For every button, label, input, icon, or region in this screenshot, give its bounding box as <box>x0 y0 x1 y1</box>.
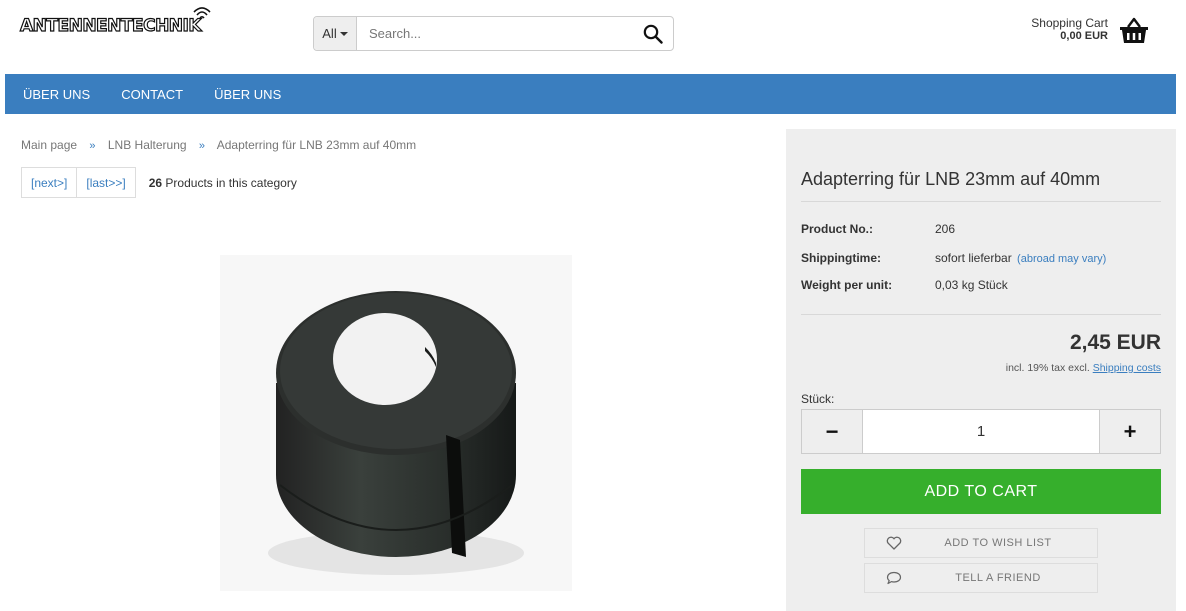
info-weight: Weight per unit: 0,03 kg Stück <box>801 278 1008 292</box>
logo-text: ANTENNENTECHNIK <box>19 15 202 36</box>
info-value: 206 <box>935 222 956 236</box>
search-bar: All <box>313 16 674 51</box>
product-title: Adapterring für LNB 23mm auf 40mm <box>801 169 1101 189</box>
tax-text: incl. 19% tax excl. <box>1005 362 1090 374</box>
quantity-decrease-button[interactable]: − <box>802 410 863 453</box>
info-value: sofort lieferbar (abroad may vary) <box>935 251 1106 265</box>
last-product-link[interactable]: [last>>] <box>76 167 136 198</box>
wishlist-label: ADD TO WISH LIST <box>944 537 1052 549</box>
cart-summary: Shopping Cart 0,00 EUR <box>1031 17 1108 43</box>
breadcrumb-main-page[interactable]: Main page <box>21 138 77 152</box>
speech-bubble-icon <box>865 571 923 585</box>
breadcrumb-category[interactable]: LNB Halterung <box>108 138 187 152</box>
tell-a-friend-button[interactable]: TELL A FRIEND <box>864 563 1098 593</box>
plus-icon: + <box>1123 418 1137 444</box>
category-product-count: 26 Products in this category <box>149 176 297 190</box>
info-key: Weight per unit: <box>801 278 893 292</box>
next-product-link[interactable]: [next>] <box>21 167 78 198</box>
search-icon <box>643 24 663 44</box>
caret-down-icon <box>339 31 348 36</box>
product-image[interactable] <box>220 255 572 591</box>
shipping-value: sofort lieferbar <box>935 251 1012 265</box>
nav-item-about-2[interactable]: ÜBER UNS <box>214 87 281 102</box>
site-logo[interactable]: ANTENNENTECHNIK <box>19 6 225 42</box>
search-category-label: All <box>322 26 337 41</box>
quantity-label: Stück: <box>801 392 835 406</box>
shipping-costs-link[interactable]: Shipping costs <box>1093 362 1161 374</box>
product-photo <box>268 291 524 575</box>
search-category-select[interactable]: All <box>314 17 357 50</box>
tax-info: incl. 19% tax excl. Shipping costs <box>1006 362 1161 374</box>
cart-total: 0,00 EUR <box>1060 30 1108 42</box>
nav-item-about[interactable]: ÜBER UNS <box>23 87 90 102</box>
tell-a-friend-label: TELL A FRIEND <box>955 572 1041 584</box>
cart-label: Shopping Cart <box>1031 16 1108 30</box>
heart-icon <box>865 536 923 550</box>
info-shipping-time: Shippingtime: sofort lieferbar (abroad m… <box>801 251 1106 265</box>
main-navigation: ÜBER UNS CONTACT ÜBER UNS <box>5 74 1176 114</box>
info-key: Shippingtime: <box>801 251 881 265</box>
product-pagination: [next>] [last>>] 26 Products in this cat… <box>21 167 297 198</box>
breadcrumb: Main page » LNB Halterung » Adapterring … <box>21 138 416 152</box>
product-info-panel: Adapterring für LNB 23mm auf 40mm Produc… <box>786 129 1176 611</box>
quantity-stepper: − + <box>801 409 1161 454</box>
info-product-number: Product No.: 206 <box>801 222 955 236</box>
breadcrumb-separator: » <box>198 140 206 152</box>
nav-item-contact[interactable]: CONTACT <box>121 87 183 102</box>
minus-icon: − <box>825 418 839 444</box>
info-value: 0,03 kg Stück <box>935 278 1008 292</box>
product-count-text: Products in this category <box>165 175 297 190</box>
basket-icon <box>1120 17 1148 43</box>
product-price: 2,45 EUR <box>1069 331 1161 354</box>
add-to-cart-button[interactable]: ADD TO CART <box>801 469 1161 514</box>
quantity-increase-button[interactable]: + <box>1099 410 1160 453</box>
info-key: Product No.: <box>801 222 873 236</box>
shipping-note-link[interactable]: (abroad may vary) <box>1017 253 1106 265</box>
divider <box>801 201 1161 202</box>
breadcrumb-separator: » <box>89 140 96 152</box>
breadcrumb-current: Adapterring für LNB 23mm auf 40mm <box>216 138 417 152</box>
quantity-input[interactable] <box>863 410 1099 453</box>
search-button[interactable] <box>633 17 673 50</box>
product-count-number: 26 <box>148 175 163 190</box>
search-input[interactable] <box>357 17 633 50</box>
signal-waves-icon <box>193 7 211 19</box>
shopping-cart[interactable]: Shopping Cart 0,00 EUR <box>1031 16 1150 44</box>
add-to-wishlist-button[interactable]: ADD TO WISH LIST <box>864 528 1098 558</box>
divider <box>801 314 1161 315</box>
